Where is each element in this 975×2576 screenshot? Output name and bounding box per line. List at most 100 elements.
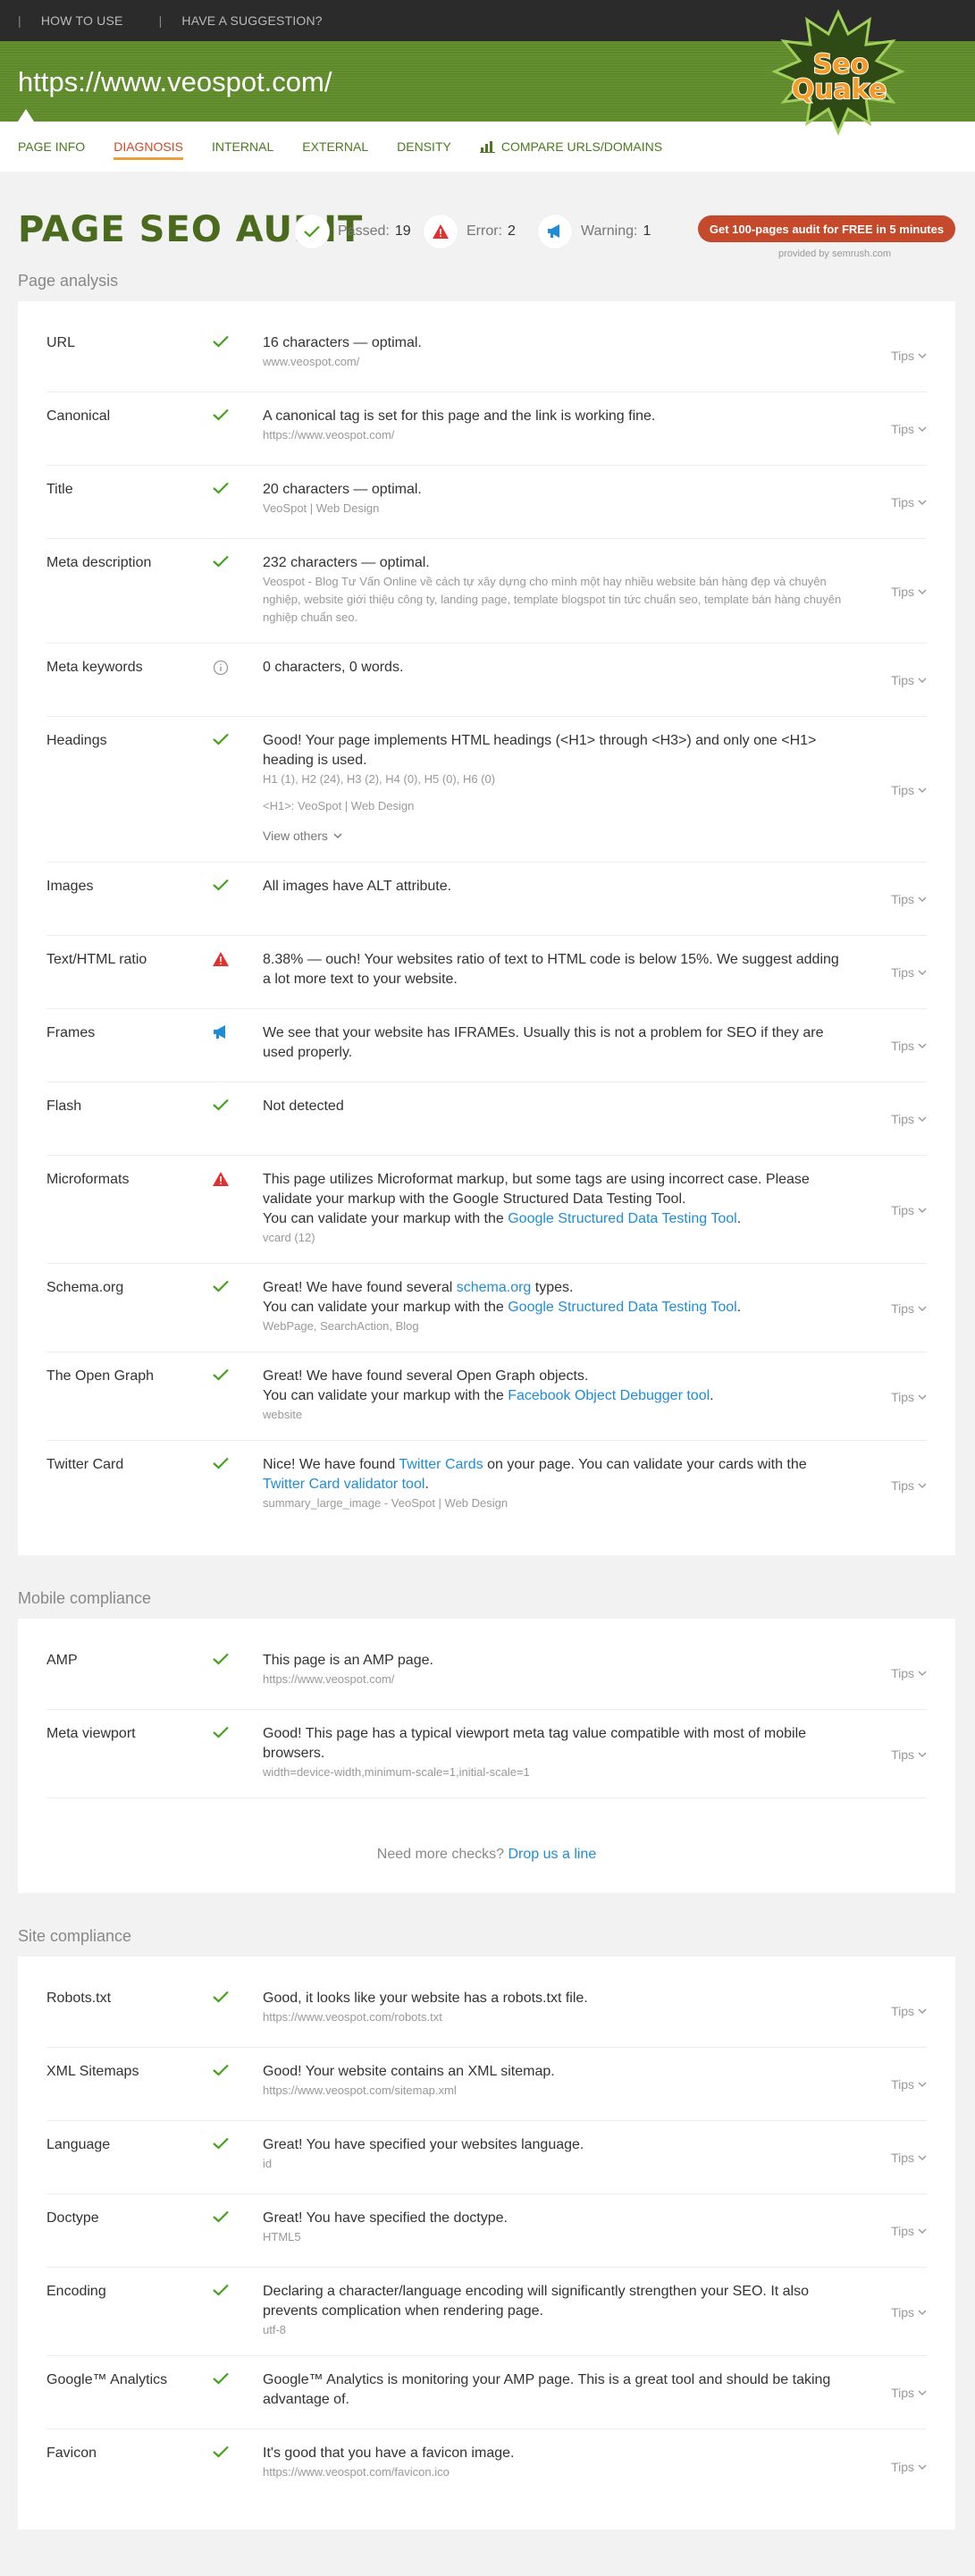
check-row-meta-viewport: Meta viewport Good! This page has a typi…: [46, 1710, 927, 1798]
row-sub: WebPage, SearchAction, Blog: [263, 1319, 419, 1333]
tips-toggle[interactable]: Tips: [882, 2209, 927, 2251]
row-sub: summary_large_image - VeoSpot | Web Desi…: [263, 1496, 509, 1510]
tips-toggle[interactable]: Tips: [882, 2370, 927, 2412]
tips-label: Tips: [891, 422, 914, 436]
tips-toggle[interactable]: Tips: [882, 950, 927, 992]
row-sub: vcard (12): [263, 1231, 315, 1244]
row-sub: H1 (1), H2 (24), H3 (2), H4 (0), H5 (0),…: [263, 772, 496, 786]
check-row-favicon: Favicon It's good that you have a favico…: [46, 2429, 927, 2503]
period: .: [736, 1300, 742, 1315]
tips-label: Tips: [891, 2459, 914, 2474]
view-others-label: View others: [263, 829, 328, 843]
tips-toggle[interactable]: Tips: [882, 1170, 927, 1247]
tips-label: Tips: [891, 1666, 914, 1680]
chevron-down-icon: [918, 1483, 927, 1488]
tips-label: Tips: [891, 349, 914, 363]
passed-count: 19: [394, 223, 411, 239]
row-label: Meta description: [46, 555, 152, 570]
tips-label: Tips: [891, 1039, 914, 1053]
check-row-sitemap: XML Sitemaps Good! Your website contains…: [46, 2048, 927, 2121]
logo-word-2: Quake: [792, 74, 887, 105]
tips-label: Tips: [891, 2386, 914, 2400]
tips-toggle[interactable]: Tips: [882, 1367, 927, 1424]
period: .: [424, 1477, 429, 1492]
more-checks-note: Need more checks? Drop us a line: [46, 1798, 927, 1893]
schema-org-link[interactable]: schema.org: [457, 1280, 532, 1295]
chevron-down-icon: [918, 2310, 927, 2315]
tab-page-info[interactable]: PAGE INFO: [18, 132, 85, 161]
tips-toggle[interactable]: Tips: [882, 1097, 927, 1139]
tips-toggle[interactable]: Tips: [882, 658, 927, 700]
row-label: Schema.org: [46, 1280, 124, 1295]
how-to-use-link[interactable]: HOW TO USE: [41, 13, 123, 28]
tab-internal[interactable]: INTERNAL: [212, 132, 273, 161]
seoquake-logo: Seo Quake: [771, 9, 905, 136]
validate-text: You can validate your markup with the: [263, 1300, 509, 1315]
schema-text: Great! We have found several: [263, 1280, 457, 1295]
validate-text: You can validate your markup with the: [263, 1388, 509, 1403]
check-row-schema: Schema.org Great! We have found several …: [46, 1264, 927, 1352]
chevron-down-icon: [918, 426, 927, 432]
check-row-title: Title 20 characters — optimal. VeoSpot | …: [46, 466, 927, 539]
pass-check-icon: [213, 553, 263, 627]
tips-toggle[interactable]: Tips: [882, 877, 927, 919]
pass-check-icon: [213, 2209, 263, 2251]
tips-label: Tips: [891, 1477, 914, 1493]
audit-header: PAGE SEO AUDIT Passed: 19 Error: 2 Warning…: [0, 172, 975, 272]
tips-toggle[interactable]: Tips: [882, 2282, 927, 2339]
tips-toggle[interactable]: Tips: [882, 1455, 927, 1512]
tips-toggle[interactable]: Tips: [882, 1023, 927, 1065]
row-label: The Open Graph: [46, 1368, 155, 1384]
tips-label: Tips: [891, 965, 914, 980]
validate-text: You can validate your markup with the: [263, 1211, 509, 1226]
tips-toggle[interactable]: Tips: [882, 1651, 927, 1693]
separator: |: [18, 13, 21, 28]
warning-count: 1: [643, 223, 651, 239]
tips-toggle[interactable]: Tips: [882, 1989, 927, 2031]
info-icon: [213, 658, 263, 700]
row-sub: website: [263, 1408, 303, 1421]
tips-toggle[interactable]: Tips: [882, 407, 927, 449]
error-stat: Error: 2: [424, 215, 516, 248]
chevron-down-icon: [918, 2464, 927, 2470]
tips-toggle[interactable]: Tips: [882, 1278, 927, 1335]
row-text: 20 characters — optimal.: [263, 482, 422, 497]
row-text: Declaring a character/language encoding …: [263, 2284, 809, 2319]
check-row-encoding: Encoding Declaring a character/language …: [46, 2268, 927, 2356]
tips-toggle[interactable]: Tips: [882, 333, 927, 375]
tips-toggle[interactable]: Tips: [882, 2444, 927, 2487]
structured-data-tool-link[interactable]: Google Structured Data Testing Tool: [508, 1300, 736, 1315]
schema-text-b: types.: [531, 1280, 574, 1295]
tips-toggle[interactable]: Tips: [882, 1724, 927, 1781]
check-row-microformats: Microformats This page utilizes Microfor…: [46, 1156, 927, 1264]
structured-data-tool-link[interactable]: Google Structured Data Testing Tool: [508, 1211, 736, 1226]
tab-density[interactable]: DENSITY: [397, 132, 451, 161]
row-text: Good, it looks like your website has a r…: [263, 1991, 588, 2006]
tips-toggle[interactable]: Tips: [882, 731, 927, 846]
tips-toggle[interactable]: Tips: [882, 2062, 927, 2104]
row-text: This page is an AMP page.: [263, 1653, 433, 1668]
tips-label: Tips: [891, 2224, 914, 2238]
tab-external[interactable]: EXTERNAL: [302, 132, 368, 161]
chevron-down-icon: [918, 2390, 927, 2395]
row-text: Good! Your page implements HTML headings…: [263, 733, 817, 768]
tab-compare[interactable]: COMPARE URLS/DOMAINS: [479, 132, 662, 161]
pass-check-icon: [213, 1278, 263, 1335]
tips-toggle[interactable]: Tips: [882, 2135, 927, 2177]
check-row-meta-description: Meta description 232 characters — optima…: [46, 539, 927, 644]
tab-diagnosis[interactable]: DIAGNOSIS: [113, 132, 183, 161]
suggestion-link[interactable]: HAVE A SUGGESTION?: [181, 13, 322, 28]
pass-check-icon: [213, 2370, 263, 2412]
drop-us-a-line-link[interactable]: Drop us a line: [509, 1847, 597, 1862]
row-label: Google™ Analytics: [46, 2372, 168, 2387]
facebook-debugger-link[interactable]: Facebook Object Debugger tool: [508, 1388, 710, 1403]
view-others-toggle[interactable]: View others: [263, 826, 846, 846]
page-analysis-panel: URL 16 characters — optimal. www.veospot.…: [18, 301, 955, 1555]
row-text: Good! This page has a typical viewport m…: [263, 1726, 807, 1761]
tips-toggle[interactable]: Tips: [882, 553, 927, 627]
row-label: Encoding: [46, 2284, 106, 2299]
free-audit-button[interactable]: Get 100-pages audit for FREE in 5 minute…: [698, 215, 955, 242]
twitter-cards-link[interactable]: Twitter Cards: [399, 1457, 483, 1472]
tips-toggle[interactable]: Tips: [882, 480, 927, 522]
twitter-validator-link[interactable]: Twitter Card validator tool: [263, 1477, 424, 1492]
